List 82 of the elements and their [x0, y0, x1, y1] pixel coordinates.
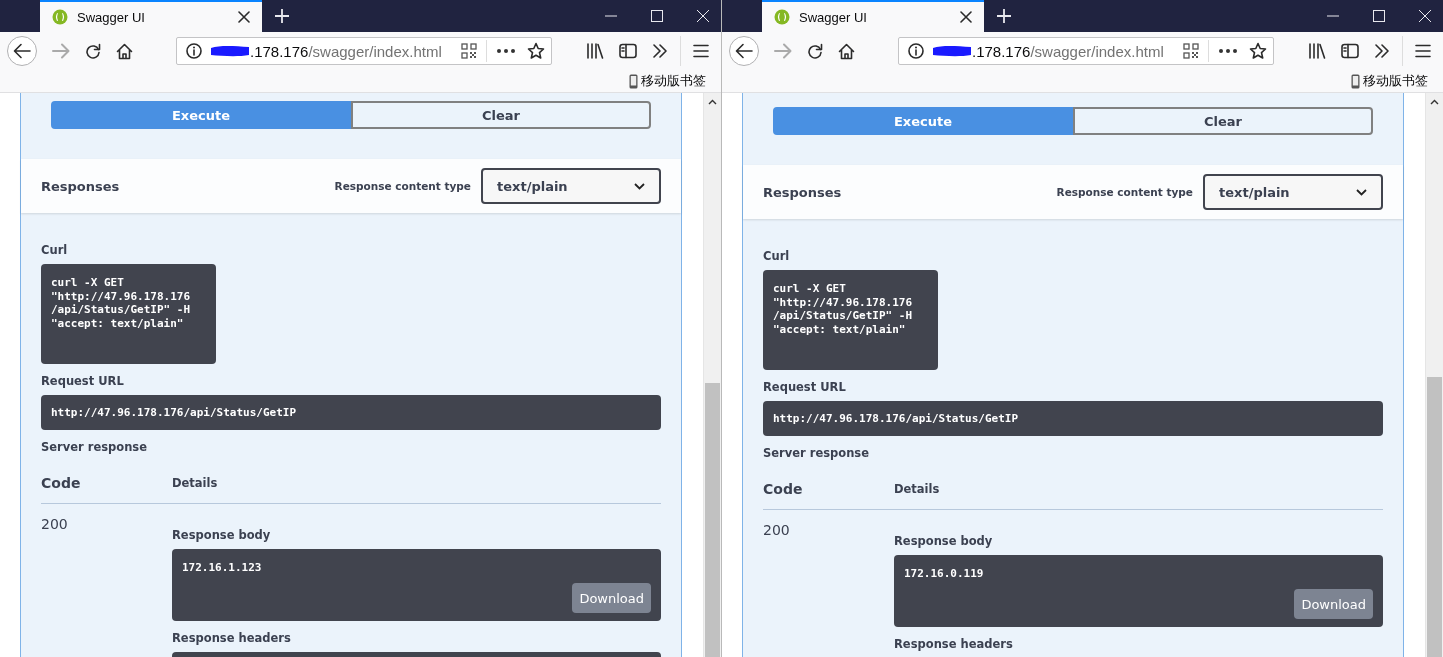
response-text: 172.16.0.119 — [904, 567, 984, 580]
response-text: 172.16.1.123 — [182, 561, 262, 574]
field-label: Curl — [763, 249, 791, 264]
qr-code-icon[interactable] — [461, 43, 477, 59]
field-label: Server response — [763, 446, 870, 461]
field-label: Request URL — [763, 380, 847, 395]
address-field[interactable]: .178.176/swagger/index.html — [250, 42, 461, 60]
content-type-dropdown[interactable]: text/plain — [481, 168, 661, 204]
table-cell-text: 200 — [763, 522, 791, 540]
section-title: Responses — [763, 184, 842, 200]
address-field[interactable]: .178.176/swagger/index.html — [972, 42, 1183, 60]
reload-icon[interactable] — [807, 43, 823, 59]
redaction-mark — [210, 44, 250, 58]
close-icon[interactable] — [960, 11, 972, 23]
column-header: Code — [41, 475, 82, 491]
maximize-icon[interactable] — [651, 10, 663, 22]
plus-icon[interactable] — [275, 9, 289, 23]
download-button[interactable]: Download — [572, 583, 651, 613]
column-header: Code — [763, 481, 804, 497]
home-icon[interactable] — [116, 42, 133, 60]
menu-icon[interactable] — [1415, 44, 1431, 58]
code-block: http://47.96.178.176/api/Status/GetIP — [41, 395, 661, 430]
star-icon[interactable] — [1249, 42, 1267, 60]
chevron-down-icon — [634, 182, 645, 190]
menu-icon[interactable] — [693, 44, 709, 58]
field-label: Server response — [41, 440, 148, 455]
more-dots-icon[interactable] — [1219, 49, 1237, 53]
plus-icon[interactable] — [997, 9, 1011, 23]
back-button[interactable] — [7, 36, 37, 66]
scrollbar-thumb[interactable] — [1427, 377, 1442, 657]
qr-code-icon[interactable] — [1183, 43, 1199, 59]
browser-tab[interactable]: Swagger UI — [40, 0, 262, 32]
close-icon[interactable] — [238, 11, 250, 23]
section-title: Responses — [41, 178, 120, 194]
field-label: Response headers — [894, 637, 1014, 652]
globe-icon — [774, 9, 790, 25]
field-label: Curl — [41, 243, 69, 258]
scrollbar[interactable] — [1425, 93, 1443, 657]
back-button[interactable] — [729, 36, 759, 66]
content-type-dropdown[interactable]: text/plain — [1203, 174, 1383, 210]
field-label: Response content type — [1056, 186, 1193, 198]
redaction-mark — [932, 44, 972, 58]
table-cell-text: 200 — [41, 516, 69, 534]
bookmark-item[interactable]: 移动版书签 — [629, 72, 706, 90]
star-icon[interactable] — [527, 42, 545, 60]
caret-up-icon — [708, 99, 717, 105]
library-icon[interactable] — [586, 43, 604, 59]
download-button[interactable]: Download — [1294, 589, 1373, 619]
field-label: Response body — [172, 528, 272, 543]
chevron-down-icon — [1356, 188, 1367, 196]
bookmark-item[interactable]: 移动版书签 — [1351, 72, 1428, 90]
column-header: Details — [894, 482, 940, 496]
phone-icon — [629, 73, 638, 89]
field-label: Response headers — [172, 631, 292, 646]
field-label: Request URL — [41, 374, 125, 389]
caret-up-icon — [1430, 99, 1439, 105]
globe-icon — [52, 9, 68, 25]
scrollbar[interactable] — [703, 93, 721, 657]
scrollbar-thumb[interactable] — [705, 383, 720, 657]
library-icon[interactable] — [1308, 43, 1326, 59]
code-block: curl -X GET "http://47.96.178.176 /api/Status/GetIP" -H "accept: text/plain" — [763, 270, 938, 370]
code-block: http://47.96.178.176/api/Status/GetIP — [763, 401, 1383, 436]
phone-icon — [1351, 73, 1360, 89]
reload-icon[interactable] — [85, 43, 101, 59]
code-block: curl -X GET "http://47.96.178.176 /api/Status/GetIP" -H "accept: text/plain" — [41, 264, 216, 364]
maximize-icon[interactable] — [1373, 10, 1385, 22]
home-icon[interactable] — [838, 42, 855, 60]
field-label: Response body — [894, 534, 994, 549]
double-chevron-icon[interactable] — [1374, 44, 1390, 58]
double-chevron-icon[interactable] — [652, 44, 668, 58]
sidebar-icon[interactable] — [619, 43, 637, 59]
clear-button[interactable]: Clear — [351, 101, 651, 129]
column-header: Details — [172, 476, 218, 490]
sidebar-icon[interactable] — [1341, 43, 1359, 59]
info-icon[interactable] — [186, 43, 202, 59]
back-arrow-icon — [735, 43, 753, 59]
field-label: Response content type — [334, 180, 471, 192]
info-icon[interactable] — [908, 43, 924, 59]
browser-tab[interactable]: Swagger UI — [762, 0, 984, 32]
back-arrow-icon — [13, 43, 31, 59]
clear-button[interactable]: Clear — [1073, 107, 1373, 135]
more-dots-icon[interactable] — [497, 49, 515, 53]
